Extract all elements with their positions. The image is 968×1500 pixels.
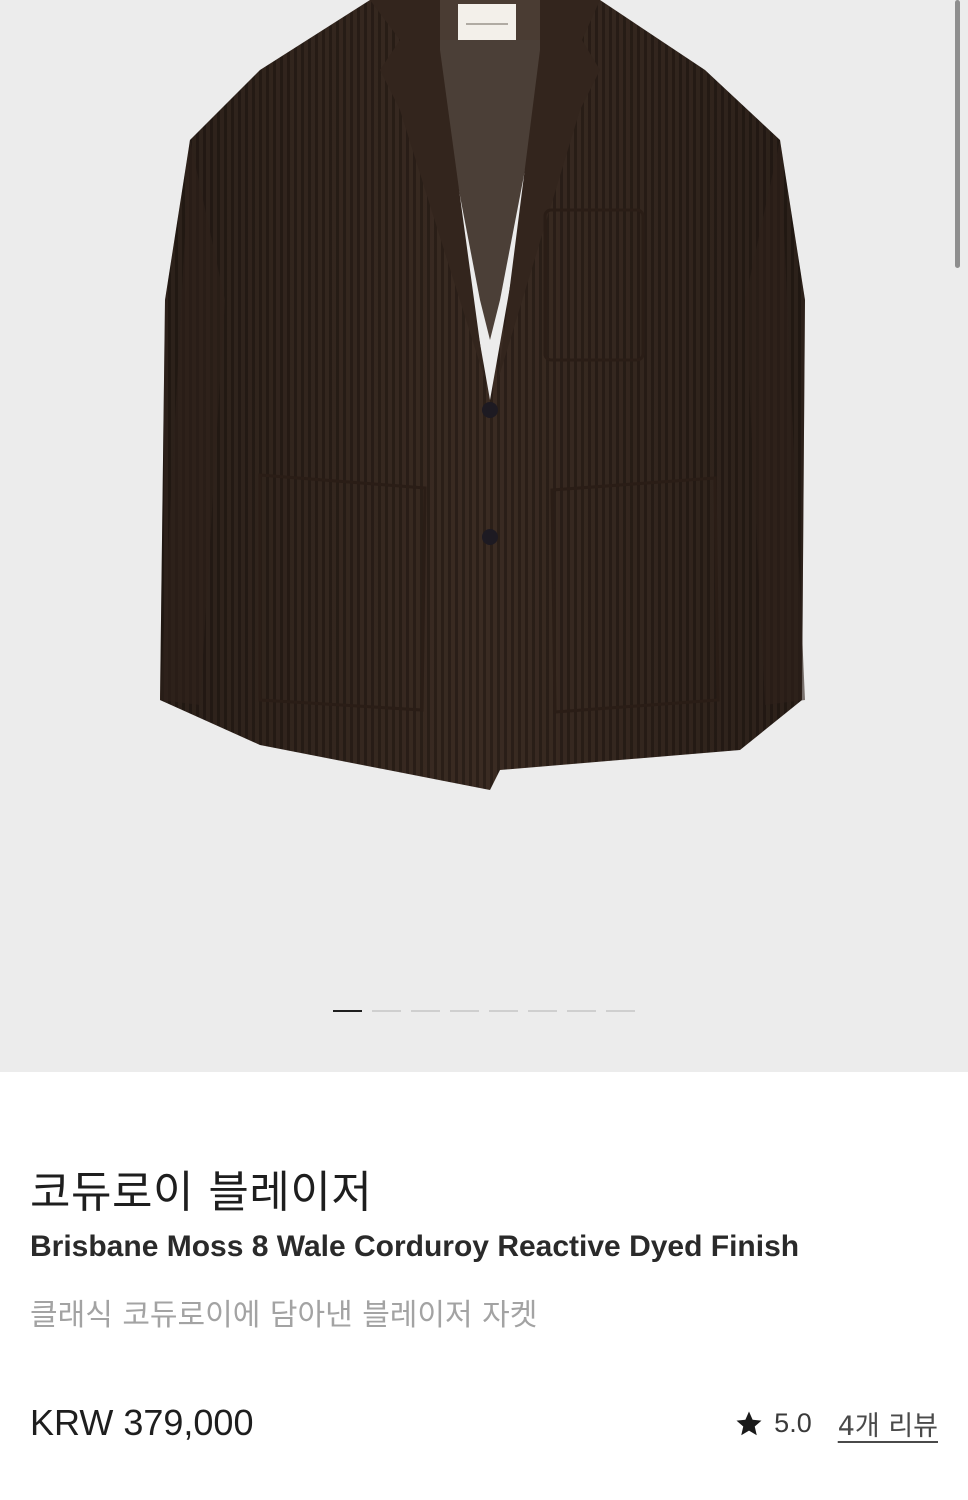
carousel-dot[interactable]: [411, 1010, 440, 1012]
star-icon: [736, 1411, 762, 1435]
carousel-dot[interactable]: [606, 1010, 635, 1012]
product-image[interactable]: [140, 0, 830, 800]
rating-value: 5.0: [774, 1408, 812, 1438]
product-price: KRW 379,000: [30, 1402, 254, 1443]
carousel-dot[interactable]: [567, 1010, 596, 1012]
carousel-dot[interactable]: [528, 1010, 557, 1012]
carousel-dot[interactable]: [489, 1010, 518, 1012]
scrollbar[interactable]: [955, 0, 960, 268]
product-page: 코듀로이 블레이저 Brisbane Moss 8 Wale Corduroy …: [0, 0, 968, 1500]
product-image-gallery[interactable]: [0, 0, 968, 1072]
carousel-dot[interactable]: [372, 1010, 401, 1012]
product-title: 코듀로이 블레이저: [30, 1167, 373, 1218]
carousel-dot[interactable]: [333, 1010, 362, 1012]
rating-summary: 5.0 4개 리뷰: [734, 1404, 938, 1443]
product-fabric-name: Brisbane Moss 8 Wale Corduroy Reactive D…: [30, 1230, 800, 1263]
product-description: 클래식 코듀로이에 담아낸 블레이저 자켓: [30, 1298, 538, 1333]
carousel-indicator[interactable]: [0, 1010, 968, 1012]
product-info: 코듀로이 블레이저 Brisbane Moss 8 Wale Corduroy …: [30, 1072, 938, 1500]
carousel-dot[interactable]: [450, 1010, 479, 1012]
review-count-link[interactable]: 4개 리뷰: [838, 1404, 938, 1443]
